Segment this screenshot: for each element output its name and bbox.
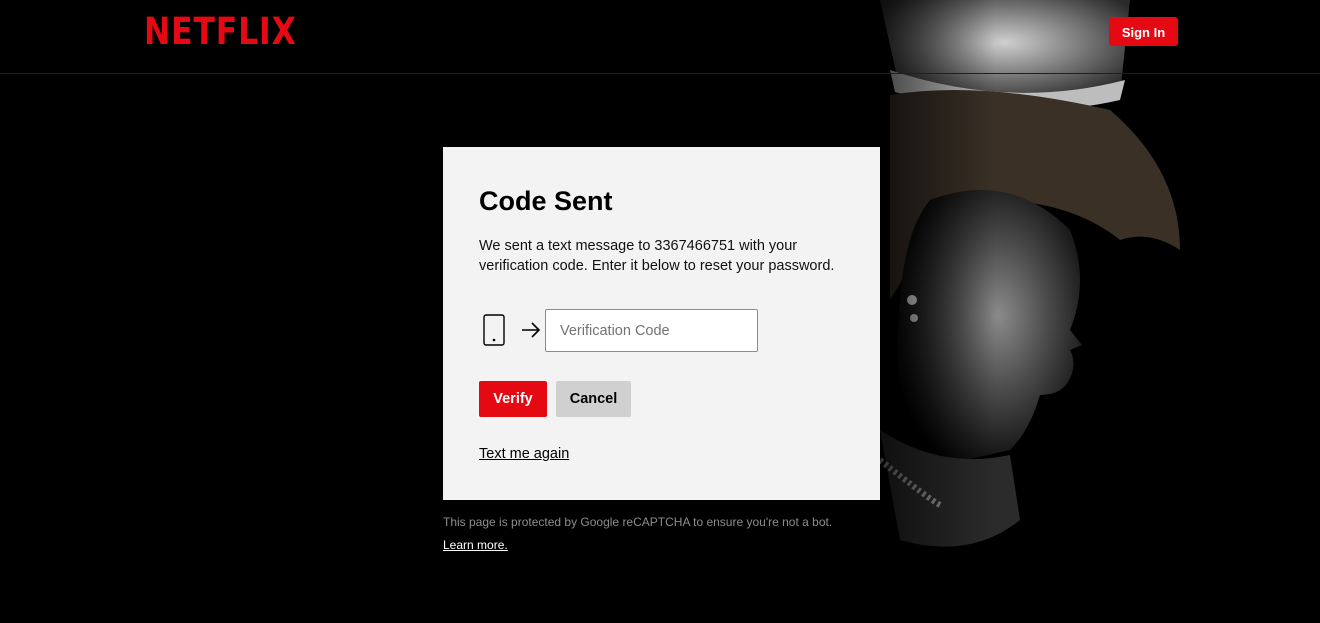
page-title: Code Sent bbox=[479, 186, 613, 216]
sign-in-button[interactable]: Sign In bbox=[1109, 17, 1178, 46]
phone-icon bbox=[483, 314, 505, 346]
card-description: We sent a text message to 3367466751 wit… bbox=[479, 238, 835, 274]
cancel-button[interactable]: Cancel bbox=[556, 381, 631, 417]
netflix-logo[interactable]: NETFLIX bbox=[144, 10, 297, 53]
text-me-again-link[interactable]: Text me again bbox=[479, 446, 569, 462]
arrow-right-icon bbox=[521, 321, 541, 339]
learn-more-link[interactable]: Learn more. bbox=[443, 538, 508, 552]
hero-background-image bbox=[820, 0, 1320, 623]
header: NETFLIX Sign In bbox=[0, 0, 1320, 74]
verification-code-input[interactable] bbox=[545, 309, 758, 352]
verify-button[interactable]: Verify bbox=[479, 381, 547, 417]
page: NETFLIX Sign In Code Sent We sent a text… bbox=[0, 0, 1320, 623]
code-sent-card: Code Sent We sent a text message to 3367… bbox=[443, 147, 880, 500]
recaptcha-notice: This page is protected by Google reCAPTC… bbox=[443, 515, 833, 529]
verification-code-row bbox=[479, 309, 779, 352]
